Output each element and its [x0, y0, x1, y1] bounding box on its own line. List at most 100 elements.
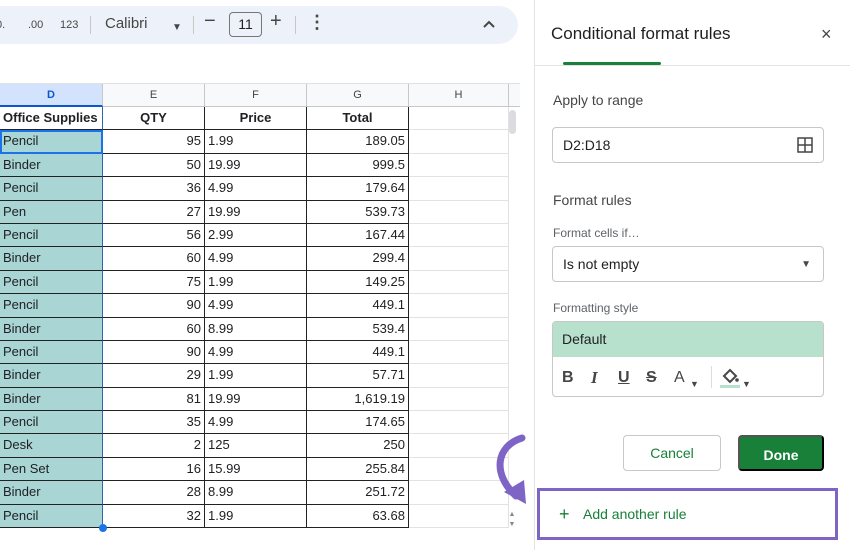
text-color-button[interactable]: A — [674, 368, 685, 388]
scroll-arrows-icon[interactable]: ▲ ▼ — [506, 510, 518, 530]
empty-cell[interactable] — [409, 317, 509, 341]
italic-button[interactable]: I — [591, 368, 598, 388]
empty-cell[interactable] — [409, 247, 509, 271]
cell-total[interactable]: 449.1 — [307, 294, 409, 318]
cell-price[interactable]: 15.99 — [205, 457, 307, 482]
empty-cell[interactable] — [409, 223, 509, 248]
cell-price[interactable]: 19.99 — [205, 387, 307, 412]
done-button[interactable]: Done — [738, 435, 824, 471]
column-header-d[interactable]: D — [0, 84, 103, 107]
cell-qty[interactable]: 29 — [103, 364, 205, 388]
cell-qty[interactable]: 2 — [103, 434, 205, 458]
underline-button[interactable]: U — [618, 368, 630, 388]
cell-total[interactable]: 149.25 — [307, 270, 409, 295]
select-range-icon[interactable] — [797, 137, 813, 153]
selection-fill-handle[interactable] — [99, 524, 107, 532]
increase-decimal-button[interactable]: .00 — [28, 15, 43, 35]
cell-price[interactable]: 4.99 — [205, 247, 307, 271]
cell-price[interactable]: 4.99 — [205, 294, 307, 318]
cell-price[interactable]: 2.99 — [205, 223, 307, 248]
cell-qty[interactable]: 95 — [103, 130, 205, 154]
cell-qty[interactable]: 28 — [103, 481, 205, 505]
cell-qty[interactable]: 35 — [103, 411, 205, 435]
more-options-icon[interactable]: ⋮ — [308, 12, 326, 32]
cell-total[interactable]: 255.84 — [307, 457, 409, 482]
cell-qty[interactable]: 27 — [103, 200, 205, 224]
cell-qty[interactable]: 16 — [103, 457, 205, 482]
font-family-select[interactable]: Calibri — [105, 14, 148, 34]
cell-item[interactable]: Pencil — [0, 270, 103, 295]
cell-qty[interactable]: 50 — [103, 153, 205, 178]
cell-price[interactable]: 8.99 — [205, 481, 307, 505]
condition-select[interactable]: Is not empty ▼ — [552, 246, 824, 282]
empty-cell[interactable] — [409, 364, 509, 388]
cell-item[interactable]: Pencil — [0, 130, 103, 154]
empty-cell[interactable] — [409, 107, 509, 131]
empty-cell[interactable] — [409, 270, 509, 295]
cell-total[interactable]: 251.72 — [307, 481, 409, 505]
cell-total[interactable]: 1,619.19 — [307, 387, 409, 412]
empty-cell[interactable] — [409, 387, 509, 412]
empty-cell[interactable] — [409, 411, 509, 435]
empty-cell[interactable] — [409, 294, 509, 318]
cell-item[interactable]: Pencil — [0, 177, 103, 201]
cell-qty[interactable]: 60 — [103, 247, 205, 271]
add-another-rule-button[interactable]: + Add another rule — [537, 488, 838, 540]
cell-total[interactable]: 63.68 — [307, 504, 409, 529]
text-color-caret-icon[interactable]: ▼ — [690, 374, 699, 394]
cell-item[interactable]: Pencil — [0, 340, 103, 365]
cell-price[interactable]: 4.99 — [205, 177, 307, 201]
cell-total[interactable]: 999.5 — [307, 153, 409, 178]
column-header-e[interactable]: E — [103, 84, 205, 107]
decrease-decimal-button[interactable]: 0. — [0, 15, 5, 35]
cell-item[interactable]: Pencil — [0, 504, 103, 529]
cell-price[interactable]: 125 — [205, 434, 307, 458]
cell-item[interactable]: Binder — [0, 364, 103, 388]
cell-item[interactable]: Binder — [0, 317, 103, 341]
font-size-input[interactable]: 11 — [229, 12, 262, 37]
cell-price[interactable]: 1.99 — [205, 364, 307, 388]
bold-button[interactable]: B — [562, 368, 574, 388]
header-cell-total[interactable]: Total — [307, 107, 409, 131]
number-format-button[interactable]: 123 — [60, 15, 78, 35]
cell-price[interactable]: 1.99 — [205, 270, 307, 295]
cell-qty[interactable]: 75 — [103, 270, 205, 295]
cell-item[interactable]: Pen — [0, 200, 103, 224]
cell-item[interactable]: Binder — [0, 387, 103, 412]
empty-cell[interactable] — [409, 153, 509, 178]
cell-qty[interactable]: 36 — [103, 177, 205, 201]
range-input[interactable]: D2:D18 — [552, 127, 824, 163]
cell-total[interactable]: 250 — [307, 434, 409, 458]
cell-item[interactable]: Pen Set — [0, 457, 103, 482]
collapse-toolbar-icon[interactable] — [482, 14, 496, 34]
empty-cell[interactable] — [409, 340, 509, 365]
column-header-h[interactable]: H — [409, 84, 509, 107]
column-header-f[interactable]: F — [205, 84, 307, 107]
empty-cell[interactable] — [409, 200, 509, 224]
cell-price[interactable]: 4.99 — [205, 340, 307, 365]
cell-price[interactable]: 19.99 — [205, 153, 307, 178]
strikethrough-button[interactable]: S — [646, 368, 657, 388]
cell-qty[interactable]: 60 — [103, 317, 205, 341]
header-cell-price[interactable]: Price — [205, 107, 307, 131]
cell-total[interactable]: 539.4 — [307, 317, 409, 341]
cell-item[interactable]: Pencil — [0, 411, 103, 435]
cell-qty[interactable]: 90 — [103, 294, 205, 318]
cell-item[interactable]: Desk — [0, 434, 103, 458]
cell-price[interactable]: 19.99 — [205, 200, 307, 224]
cell-item[interactable]: Pencil — [0, 223, 103, 248]
cell-item[interactable]: Binder — [0, 481, 103, 505]
cell-total[interactable]: 179.64 — [307, 177, 409, 201]
cell-qty[interactable]: 32 — [103, 504, 205, 529]
font-caret-icon[interactable]: ▼ — [172, 18, 182, 38]
cell-total[interactable]: 299.4 — [307, 247, 409, 271]
cell-item[interactable]: Binder — [0, 153, 103, 178]
cell-qty[interactable]: 81 — [103, 387, 205, 412]
cell-total[interactable]: 189.05 — [307, 130, 409, 154]
cell-qty[interactable]: 56 — [103, 223, 205, 248]
cell-price[interactable]: 1.99 — [205, 504, 307, 529]
close-icon[interactable]: × — [821, 24, 832, 44]
header-cell-qty[interactable]: QTY — [103, 107, 205, 131]
empty-cell[interactable] — [409, 177, 509, 201]
cancel-button[interactable]: Cancel — [623, 435, 721, 471]
